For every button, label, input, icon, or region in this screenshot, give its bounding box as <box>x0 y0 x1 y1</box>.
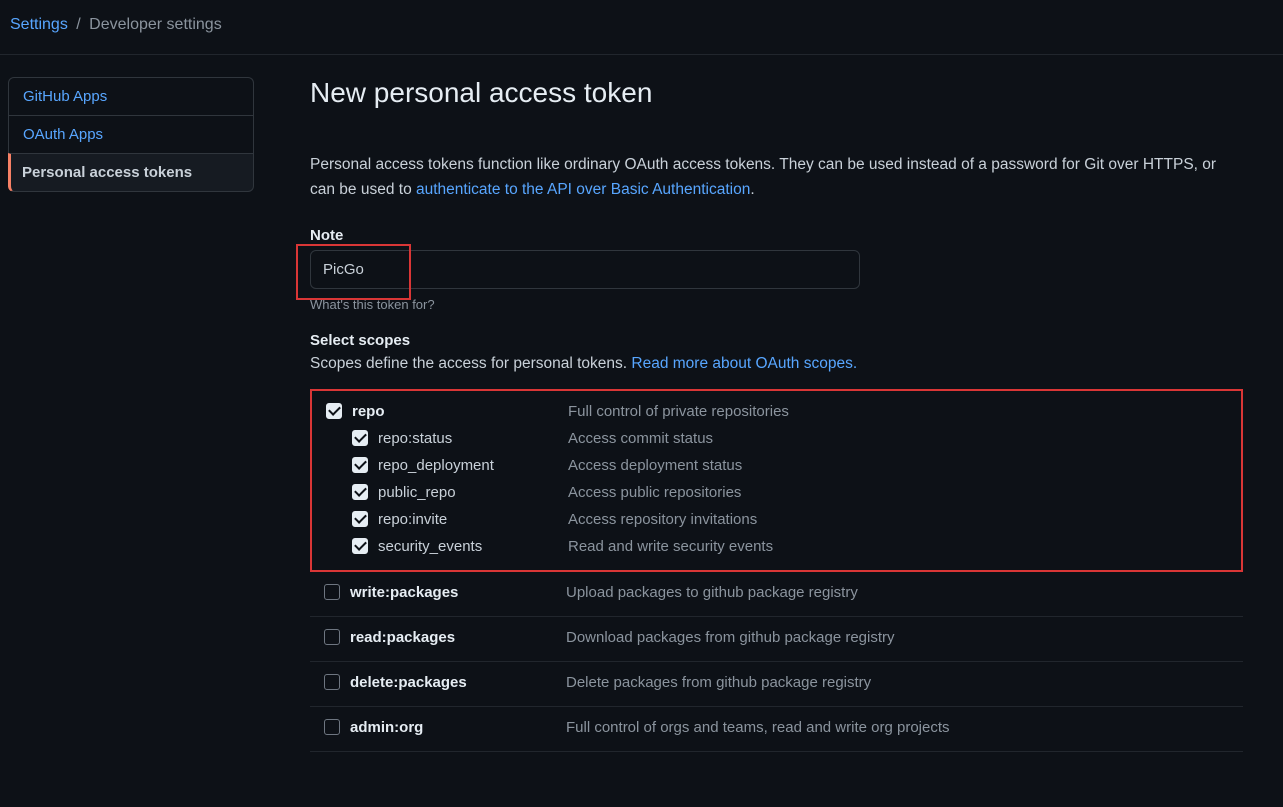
scope-desc: Access public repositories <box>568 484 741 501</box>
scope-group-delete-packages: delete:packages Delete packages from git… <box>310 662 1243 707</box>
scope-name[interactable]: read:packages <box>350 629 566 646</box>
sidebar-item-oauth-apps[interactable]: OAuth Apps <box>8 115 254 153</box>
scope-row-security-events: security_events Read and write security … <box>326 533 1227 560</box>
scope-group-repo: repo Full control of private repositorie… <box>312 391 1241 570</box>
oauth-scopes-link[interactable]: Read more about OAuth scopes. <box>631 355 857 372</box>
scope-row-repo-status: repo:status Access commit status <box>326 425 1227 452</box>
scope-row-repo-invite: repo:invite Access repository invitation… <box>326 506 1227 533</box>
scope-checkbox-public-repo[interactable] <box>352 484 368 500</box>
note-hint: What's this token for? <box>310 297 1243 312</box>
scope-row-repo: repo Full control of private repositorie… <box>326 403 1227 425</box>
scope-name[interactable]: security_events <box>378 538 568 555</box>
scope-checkbox-repo[interactable] <box>326 403 342 419</box>
scope-desc: Download packages from github package re… <box>566 629 895 646</box>
scopes-highlight-box: repo Full control of private repositorie… <box>310 389 1243 572</box>
breadcrumb: Settings / Developer settings <box>0 0 1283 55</box>
scope-desc: Delete packages from github package regi… <box>566 674 871 691</box>
scope-group-read-packages: read:packages Download packages from git… <box>310 617 1243 662</box>
scope-name[interactable]: repo:status <box>378 430 568 447</box>
scope-group-admin-org: admin:org Full control of orgs and teams… <box>310 707 1243 752</box>
scope-name[interactable]: public_repo <box>378 484 568 501</box>
breadcrumb-settings-link[interactable]: Settings <box>10 16 68 33</box>
scope-row-read-packages: read:packages Download packages from git… <box>324 629 1229 651</box>
scopes-label: Select scopes <box>310 332 1243 349</box>
scope-group-write-packages: write:packages Upload packages to github… <box>310 572 1243 617</box>
token-description: Personal access tokens function like ord… <box>310 153 1243 203</box>
sidebar-item-github-apps[interactable]: GitHub Apps <box>8 77 254 115</box>
scope-checkbox-read-packages[interactable] <box>324 629 340 645</box>
scope-row-delete-packages: delete:packages Delete packages from git… <box>324 674 1229 696</box>
scope-desc: Access repository invitations <box>568 511 757 528</box>
scope-desc: Access deployment status <box>568 457 742 474</box>
scope-checkbox-write-packages[interactable] <box>324 584 340 600</box>
breadcrumb-separator: / <box>76 16 80 33</box>
main-content: New personal access token Personal acces… <box>262 77 1283 752</box>
sidebar: GitHub Apps OAuth Apps Personal access t… <box>0 77 262 752</box>
scopes-rest: write:packages Upload packages to github… <box>310 572 1243 752</box>
scope-desc: Full control of orgs and teams, read and… <box>566 719 950 736</box>
scope-row-admin-org: admin:org Full control of orgs and teams… <box>324 719 1229 741</box>
note-label: Note <box>310 227 1243 244</box>
note-input[interactable] <box>310 250 860 289</box>
scope-checkbox-security-events[interactable] <box>352 538 368 554</box>
scope-name[interactable]: repo:invite <box>378 511 568 528</box>
scope-row-write-packages: write:packages Upload packages to github… <box>324 584 1229 606</box>
breadcrumb-current: Developer settings <box>89 16 222 33</box>
note-field-wrapper: What's this token for? <box>310 250 1243 312</box>
scopes-description: Scopes define the access for personal to… <box>310 355 1243 373</box>
scope-name[interactable]: repo_deployment <box>378 457 568 474</box>
scope-desc: Full control of private repositories <box>568 403 789 420</box>
scope-name[interactable]: admin:org <box>350 719 566 736</box>
scopes-desc-text: Scopes define the access for personal to… <box>310 355 631 372</box>
scope-row-repo-deployment: repo_deployment Access deployment status <box>326 452 1227 479</box>
scope-checkbox-repo-deployment[interactable] <box>352 457 368 473</box>
scope-checkbox-repo-invite[interactable] <box>352 511 368 527</box>
scope-checkbox-delete-packages[interactable] <box>324 674 340 690</box>
sidebar-item-personal-access-tokens[interactable]: Personal access tokens <box>8 153 254 192</box>
scope-name[interactable]: repo <box>352 403 568 420</box>
scope-name[interactable]: delete:packages <box>350 674 566 691</box>
scope-desc: Upload packages to github package regist… <box>566 584 858 601</box>
scope-row-public-repo: public_repo Access public repositories <box>326 479 1227 506</box>
scope-checkbox-admin-org[interactable] <box>324 719 340 735</box>
scope-checkbox-repo-status[interactable] <box>352 430 368 446</box>
scope-desc: Access commit status <box>568 430 713 447</box>
page-title: New personal access token <box>310 77 1243 117</box>
scope-desc: Read and write security events <box>568 538 773 555</box>
scope-name[interactable]: write:packages <box>350 584 566 601</box>
auth-api-link[interactable]: authenticate to the API over Basic Authe… <box>416 181 750 198</box>
